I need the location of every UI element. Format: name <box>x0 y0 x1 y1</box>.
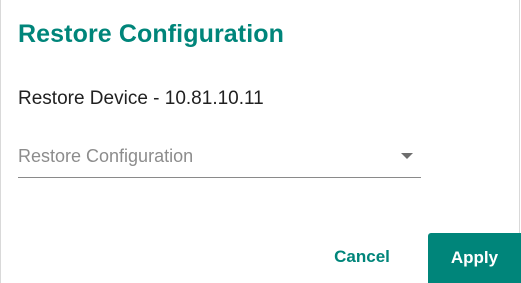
restore-configuration-dialog: Restore Configuration Restore Device - 1… <box>0 0 521 283</box>
apply-button[interactable]: Apply <box>428 233 521 283</box>
device-label: Restore Device - 10.81.10.11 <box>18 88 264 109</box>
select-placeholder: Restore Configuration <box>18 146 194 166</box>
dropdown-arrow-icon <box>401 153 413 159</box>
cancel-button[interactable]: Cancel <box>319 235 405 279</box>
dialog-title: Restore Configuration <box>18 20 284 48</box>
restore-configuration-select[interactable]: Restore Configuration <box>18 138 421 178</box>
